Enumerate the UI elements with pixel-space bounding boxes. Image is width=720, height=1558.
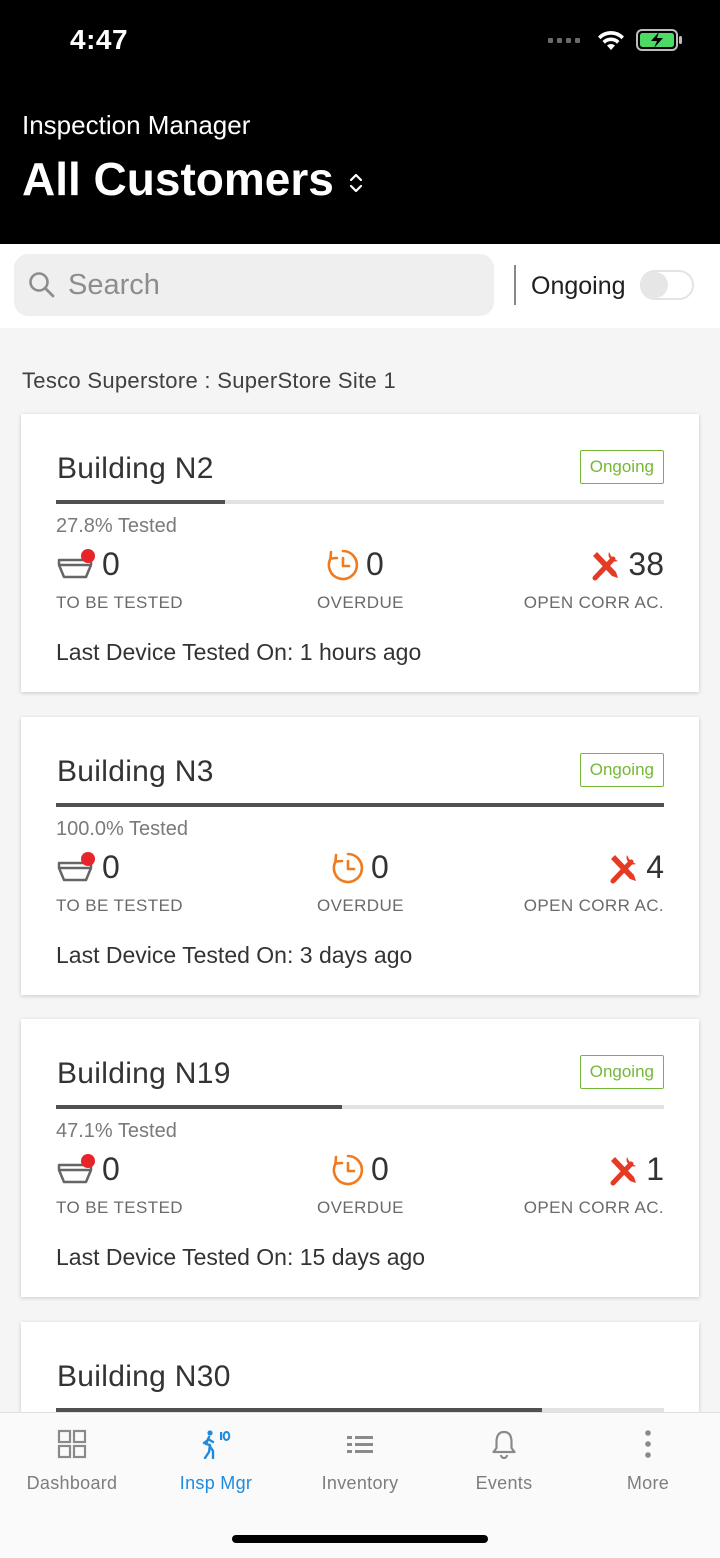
progress-bar xyxy=(56,803,664,807)
tab-label: Inventory xyxy=(321,1473,399,1493)
device-alert-icon xyxy=(57,851,95,881)
last-device-tested: Last Device Tested On: 3 days ago xyxy=(56,942,413,968)
status-badge: Ongoing xyxy=(579,753,664,787)
tools-icon xyxy=(610,854,637,883)
to-be-tested-stat: 0 xyxy=(56,1151,120,1188)
tab-label: Dashboard xyxy=(26,1473,118,1493)
to-be-tested-label: TO BE TESTED xyxy=(56,1198,183,1217)
building-card[interactable]: Building N19 Ongoing 47.1% Tested 0 TO B… xyxy=(21,1019,699,1297)
customer-selector[interactable]: All Customers xyxy=(22,152,364,206)
search-icon xyxy=(29,272,55,298)
tab-label: Insp Mgr xyxy=(179,1473,253,1493)
building-name: Building N2 xyxy=(57,452,214,485)
to-be-tested-stat: 0 xyxy=(56,849,120,886)
overdue-clock-icon xyxy=(332,852,364,883)
to-be-tested-label: TO BE TESTED xyxy=(56,593,183,612)
overdue-stat: 0 xyxy=(326,546,384,583)
open-corrective-stat: 1 xyxy=(606,1151,664,1188)
progress-bar xyxy=(56,1105,664,1109)
overdue-clock-icon xyxy=(332,1154,364,1185)
search-bar-area: Ongoing xyxy=(0,244,720,328)
overdue-count: 0 xyxy=(371,849,389,885)
battery-charging-icon xyxy=(636,29,682,51)
last-device-tested: Last Device Tested On: 1 hours ago xyxy=(56,639,422,665)
status-icons xyxy=(548,26,684,54)
tab-more[interactable]: More xyxy=(576,1429,720,1494)
search-input[interactable] xyxy=(68,268,448,302)
dashboard-icon xyxy=(57,1429,87,1459)
tab-label: More xyxy=(626,1473,670,1493)
cellular-signal-icon xyxy=(548,37,580,43)
more-icon xyxy=(645,1430,651,1458)
open-corrective-label: OPEN CORR AC. xyxy=(523,593,664,612)
search-box[interactable] xyxy=(14,254,494,316)
device-alert-icon xyxy=(57,1153,95,1183)
progress-fill xyxy=(56,1105,343,1109)
to-be-tested-count: 0 xyxy=(102,1151,120,1187)
toggle-knob xyxy=(642,272,668,298)
to-be-tested-count: 0 xyxy=(102,849,120,885)
wifi-icon xyxy=(598,30,624,50)
overdue-clock-icon xyxy=(327,549,359,580)
inspection-icon xyxy=(202,1430,231,1459)
percent-tested: 100.0% Tested xyxy=(56,818,188,840)
overdue-label: OVERDUE xyxy=(317,896,404,915)
to-be-tested-count: 0 xyxy=(102,546,120,582)
open-corrective-label: OPEN CORR AC. xyxy=(523,1198,664,1217)
page-title: All Customers xyxy=(22,153,334,205)
site-label: Tesco Superstore : SuperStore Site 1 xyxy=(22,368,396,393)
overdue-label: OVERDUE xyxy=(317,593,404,612)
open-corrective-stat: 38 xyxy=(588,546,664,583)
overdue-stat: 0 xyxy=(331,1151,389,1188)
progress-fill xyxy=(56,500,226,504)
overdue-count: 0 xyxy=(371,1151,389,1187)
ongoing-filter-label: Ongoing xyxy=(531,272,626,300)
building-name: Building N3 xyxy=(57,755,214,788)
building-name: Building N30 xyxy=(57,1360,231,1393)
bell-icon xyxy=(492,1430,516,1459)
overdue-stat: 0 xyxy=(331,849,389,886)
open-corrective-stat: 4 xyxy=(606,849,664,886)
to-be-tested-label: TO BE TESTED xyxy=(56,896,183,915)
open-corrective-count: 38 xyxy=(628,546,664,582)
app-header: 4:47 Inspection Manager All Customers xyxy=(0,0,720,244)
ongoing-toggle[interactable] xyxy=(640,270,694,300)
to-be-tested-stat: 0 xyxy=(56,546,120,583)
status-badge: Ongoing xyxy=(579,450,664,484)
tab-inventory[interactable]: Inventory xyxy=(288,1429,432,1494)
tab-insp-mgr[interactable]: Insp Mgr xyxy=(144,1429,288,1494)
last-device-tested: Last Device Tested On: 15 days ago xyxy=(56,1244,426,1270)
overdue-label: OVERDUE xyxy=(317,1198,404,1217)
device-alert-icon xyxy=(57,548,95,578)
progress-fill xyxy=(56,803,664,807)
tab-dashboard[interactable]: Dashboard xyxy=(0,1429,144,1494)
progress-bar xyxy=(56,500,664,504)
open-corrective-count: 1 xyxy=(646,1151,664,1187)
chevron-up-down-icon xyxy=(349,173,362,193)
building-card[interactable]: Building N2 Ongoing 27.8% Tested 0 TO BE… xyxy=(21,414,699,692)
divider xyxy=(514,265,516,305)
open-corrective-count: 4 xyxy=(646,849,664,885)
tab-label: Events xyxy=(475,1473,533,1493)
tools-icon xyxy=(592,551,619,580)
status-badge: Ongoing xyxy=(579,1055,664,1089)
building-name: Building N19 xyxy=(57,1057,231,1090)
tab-events[interactable]: Events xyxy=(432,1429,576,1494)
status-time: 4:47 xyxy=(70,24,129,55)
home-indicator[interactable] xyxy=(232,1535,488,1543)
inventory-icon xyxy=(347,1436,373,1453)
percent-tested: 47.1% Tested xyxy=(56,1120,177,1142)
app-subtitle: Inspection Manager xyxy=(22,110,251,140)
building-card[interactable]: Building N3 Ongoing 100.0% Tested 0 TO B… xyxy=(21,717,699,995)
tools-icon xyxy=(610,1156,637,1185)
open-corrective-label: OPEN CORR AC. xyxy=(523,896,664,915)
overdue-count: 0 xyxy=(366,546,384,582)
percent-tested: 27.8% Tested xyxy=(56,515,177,537)
